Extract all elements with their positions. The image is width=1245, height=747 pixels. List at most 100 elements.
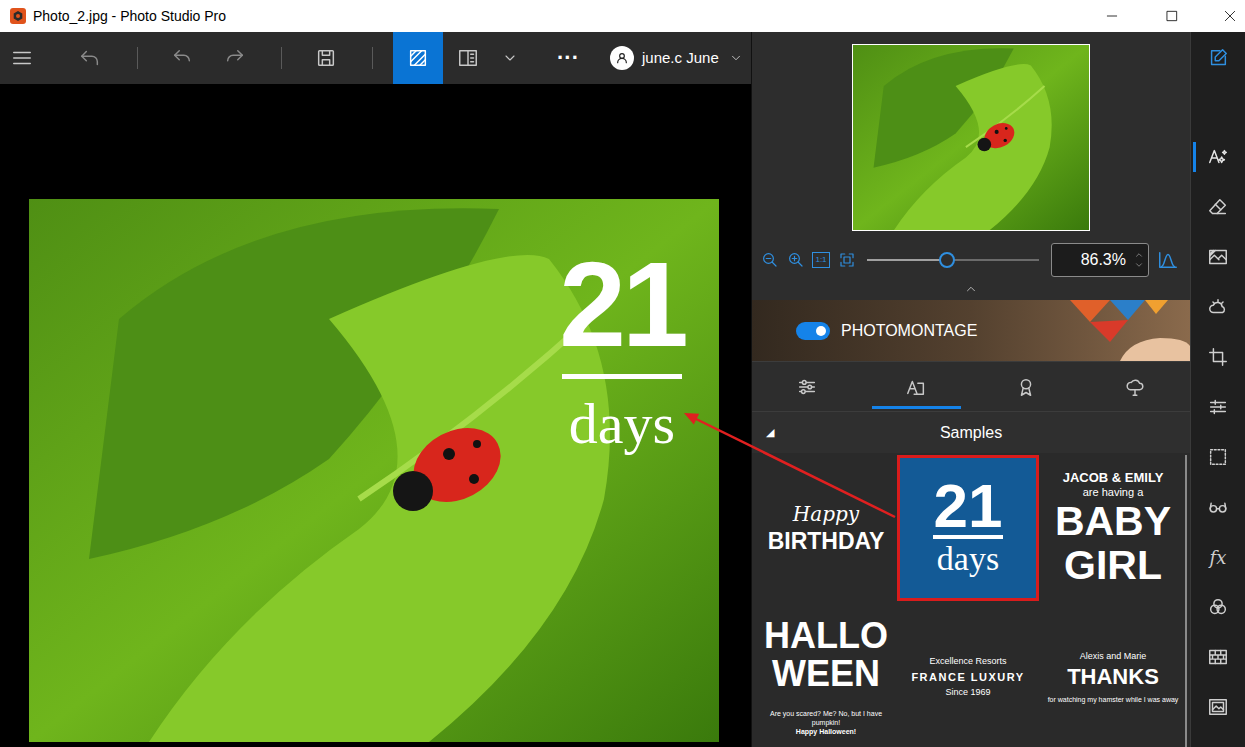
- zoom-slider-thumb[interactable]: [939, 252, 955, 268]
- edit-mode-button[interactable]: [1198, 47, 1238, 69]
- glasses-icon: [1207, 496, 1229, 518]
- badge-icon: [1015, 376, 1037, 398]
- sample-line: Are you scared? Me? No, but I have pumpk…: [761, 709, 891, 727]
- blend-tool[interactable]: [1191, 582, 1245, 632]
- photomontage-banner[interactable]: PHOTOMONTAGE: [752, 300, 1190, 361]
- zoom-field[interactable]: 86.3%: [1051, 243, 1149, 277]
- glasses-tool[interactable]: [1191, 482, 1245, 532]
- sample-card[interactable]: 21days: [897, 455, 1039, 601]
- back-arrow-icon: [79, 47, 101, 69]
- view-dropdown-button[interactable]: [495, 32, 525, 84]
- selected-indicator: [1193, 142, 1196, 172]
- canvas[interactable]: 21 days: [0, 84, 751, 747]
- save-icon: [315, 47, 337, 69]
- panel-tabs: [752, 361, 1190, 412]
- circles-icon: [1207, 596, 1229, 618]
- brick-tool[interactable]: [1191, 632, 1245, 682]
- user-name: june.c June: [642, 47, 719, 70]
- editor-area: ··· june.c June 21 days: [0, 32, 751, 747]
- zoom-out-button[interactable]: [761, 251, 779, 269]
- redo-button[interactable]: [213, 32, 257, 84]
- sample-line: FRANCE LUXURY: [911, 668, 1024, 686]
- eraser-tool[interactable]: [1191, 182, 1245, 232]
- fit-screen-icon: [838, 251, 856, 269]
- scrollbar[interactable]: [1185, 455, 1187, 747]
- sample-line: BIRTHDAY: [768, 527, 885, 555]
- sky-tool[interactable]: [1191, 282, 1245, 332]
- panel-tab[interactable]: [1081, 362, 1191, 411]
- navigator[interactable]: [852, 44, 1090, 231]
- photomontage-toggle[interactable]: [796, 322, 830, 340]
- selection-tool[interactable]: [1191, 432, 1245, 482]
- sample-card[interactable]: HappyBIRTHDAY: [758, 455, 894, 601]
- text-layer-word: days: [569, 395, 675, 453]
- maximize-icon: [1164, 8, 1180, 24]
- crop-tool[interactable]: [1191, 332, 1245, 382]
- samples-title: Samples: [786, 421, 1190, 445]
- collapse-button[interactable]: [964, 282, 978, 296]
- chevron-down-icon: [729, 51, 743, 65]
- text-layer-number: 21: [559, 244, 684, 364]
- panel-tab[interactable]: [971, 362, 1081, 411]
- chevron-down-icon: [502, 50, 518, 66]
- frame-tool[interactable]: [1191, 682, 1245, 732]
- tangram-picture: [1050, 300, 1190, 361]
- zoom-in-icon: [787, 251, 805, 269]
- sample-line: Alexis and Marie: [1080, 650, 1147, 663]
- menu-button[interactable]: [0, 32, 44, 84]
- zoom-slider-fill: [867, 259, 947, 261]
- fx-icon: fx: [1210, 544, 1227, 571]
- zoom-in-button[interactable]: [787, 251, 805, 269]
- samples-header[interactable]: ◢Samples: [752, 412, 1190, 453]
- sample-line: JACOB & EMILY: [1063, 470, 1164, 486]
- split-view-button[interactable]: [446, 32, 490, 84]
- back-button[interactable]: [68, 32, 112, 84]
- panel-tab[interactable]: [862, 362, 972, 411]
- annotation-arrow: [0, 0, 1245, 747]
- zoom-spinner[interactable]: [1134, 250, 1144, 270]
- tool-sidebar: fx: [1190, 32, 1245, 747]
- photo[interactable]: 21 days: [29, 199, 719, 742]
- maximize-button[interactable]: [1143, 0, 1201, 32]
- fit-button[interactable]: [838, 251, 856, 269]
- compare-view-button[interactable]: [393, 32, 443, 84]
- close-icon: [1222, 8, 1238, 24]
- texture-image-icon: [1207, 246, 1229, 268]
- adjust-tool[interactable]: [1191, 382, 1245, 432]
- text-layer[interactable]: 21 days: [555, 244, 689, 453]
- sample-card[interactable]: HALLOWEENAre you scared? Me? No, but I h…: [758, 604, 894, 747]
- histogram-button[interactable]: [1157, 249, 1179, 271]
- panel-tab[interactable]: [752, 362, 862, 411]
- toolbar-separator: [137, 47, 138, 69]
- tab-underline: [872, 406, 962, 409]
- undo-button[interactable]: [160, 32, 204, 84]
- toolbar-separator: [372, 47, 373, 69]
- zoom-slider[interactable]: [867, 251, 1039, 269]
- dashed-selection-icon: [1207, 446, 1229, 468]
- sample-card[interactable]: JACOB & EMILYare having aBABYGIRL: [1042, 455, 1184, 601]
- actual-size-button[interactable]: 1:1: [812, 252, 830, 268]
- toggle-knob: [816, 326, 826, 336]
- sample-card[interactable]: Excellence ResortsFRANCE LUXURYSince 196…: [897, 604, 1039, 747]
- text-tool[interactable]: [1191, 132, 1245, 182]
- sample-line: GIRL: [1064, 543, 1162, 587]
- more-button[interactable]: ···: [548, 32, 588, 84]
- sample-line: for watching my hamster while I was away: [1048, 695, 1179, 704]
- sample-line: Happy Halloween!: [796, 727, 856, 737]
- actual-size-label: 1:1: [815, 256, 826, 264]
- minimize-button[interactable]: [1081, 0, 1143, 32]
- texture-tool[interactable]: [1191, 232, 1245, 282]
- save-button[interactable]: [304, 32, 348, 84]
- effects-tool[interactable]: fx: [1191, 532, 1245, 582]
- sample-line: are having a: [1083, 486, 1144, 499]
- hamburger-icon: [11, 47, 33, 69]
- close-button[interactable]: [1201, 0, 1245, 32]
- sample-card[interactable]: Alexis and MarieTHANKSfor watching my ha…: [1042, 604, 1184, 747]
- sample-line: WEEN: [772, 655, 880, 693]
- zoom-value: 86.3%: [1052, 248, 1134, 272]
- user-avatar-icon: [610, 46, 634, 70]
- user-menu[interactable]: june.c June: [610, 46, 743, 70]
- bricks-icon: [1207, 646, 1229, 668]
- crop-icon: [1207, 346, 1229, 368]
- samples-toggle[interactable]: ◢: [752, 424, 786, 441]
